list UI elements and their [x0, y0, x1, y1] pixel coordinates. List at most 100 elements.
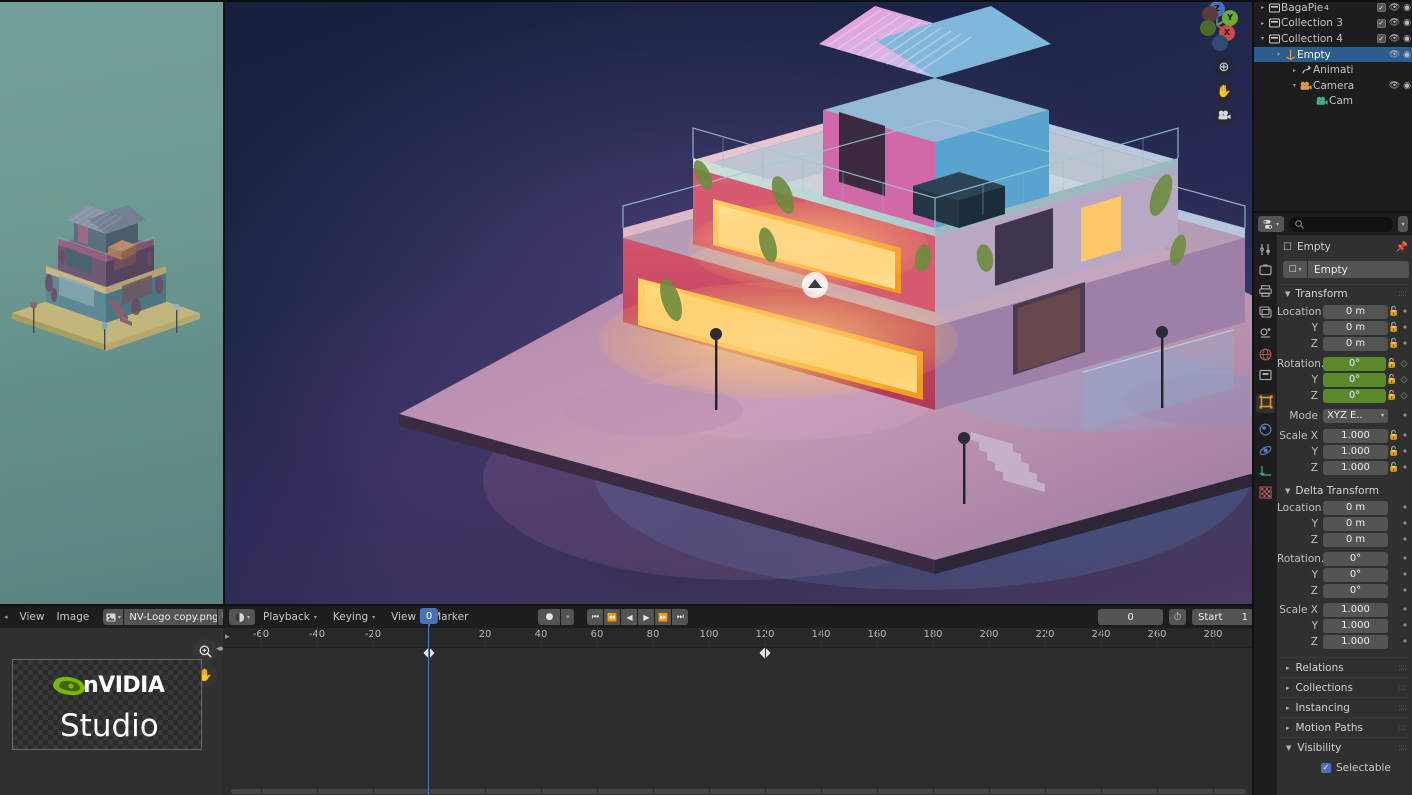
outliner-row[interactable]: ▸ Collection 3 ✓ 👁 ◉	[1254, 16, 1412, 32]
animate-dot-icon[interactable]: •	[1400, 337, 1410, 350]
menu-view[interactable]: View	[383, 611, 424, 623]
transform-scale-z[interactable]: Z 1.000 🔓 •	[1277, 460, 1412, 475]
render-camera-icon[interactable]: ◉	[1403, 50, 1411, 60]
properties-tab-render[interactable]	[1256, 262, 1275, 281]
properties-tab-scene[interactable]	[1256, 325, 1275, 344]
object-datablock-picker[interactable]: ☐ ▾	[1283, 261, 1307, 278]
expand-triangle-icon[interactable]: ▾	[1258, 35, 1267, 42]
delta-rotation-z[interactable]: Z 0° •	[1277, 583, 1412, 598]
properties-tab-view-layer[interactable]	[1256, 304, 1275, 323]
editor-divider-vertical-right[interactable]	[1252, 0, 1254, 795]
editor-divider-outliner-properties[interactable]	[1254, 211, 1412, 213]
properties-tab-output[interactable]	[1256, 283, 1275, 302]
auto-key-timer-icon[interactable]: ⏱	[1169, 609, 1186, 625]
transform-scale-y[interactable]: Y 1.000 🔓 •	[1277, 444, 1412, 459]
selectable-checkbox[interactable]: ✓	[1321, 762, 1331, 773]
panel-relations-header[interactable]: ▸ Relations::::	[1280, 657, 1409, 677]
animate-dot-icon[interactable]: •	[1400, 429, 1410, 442]
next-keyframe-button[interactable]: ⏩	[655, 609, 672, 625]
animate-dot-icon[interactable]: •	[1400, 321, 1410, 334]
panel-transform-header[interactable]: ▼ Transform ::::	[1281, 284, 1409, 303]
lock-icon[interactable]: 🔓	[1388, 463, 1400, 473]
expand-triangle-icon[interactable]: ▾	[1290, 82, 1299, 89]
image-editor-canvas[interactable]	[0, 0, 223, 606]
properties-search-input[interactable]	[1289, 216, 1393, 232]
camera-view-icon[interactable]	[1213, 104, 1235, 126]
transform-location-z[interactable]: Z 0 m 🔓 •	[1277, 336, 1412, 351]
outliner-editor[interactable]: ▸ BagaPie 4 ✓ 👁 ◉ ▸ Collection 3 ✓ 👁 ◉ ▾ Collection …	[1254, 0, 1412, 213]
animate-dot-icon[interactable]: •	[1400, 533, 1410, 546]
property-value[interactable]: XYZ E.. ▾	[1323, 408, 1388, 423]
transform-rotation-mode[interactable]: Mode XYZ E.. ▾ •	[1277, 408, 1412, 423]
property-value[interactable]: 0 m	[1323, 532, 1388, 547]
keyframe-diamond-icon[interactable]: ◇	[1398, 375, 1410, 385]
animate-dot-icon[interactable]: •	[1400, 619, 1410, 632]
editor-collapse-icon[interactable]: ◂	[4, 613, 8, 621]
editor-type-selector[interactable]: ▾	[1258, 216, 1284, 232]
delta-scale-x[interactable]: Scale X 1.000 •	[1277, 602, 1412, 617]
animate-dot-icon[interactable]: •	[1400, 461, 1410, 474]
playhead-label[interactable]: 0	[419, 608, 439, 624]
property-value[interactable]: 0 m	[1323, 320, 1388, 335]
properties-tab-column[interactable]	[1254, 235, 1277, 795]
timeline-editor[interactable]: ▾ Playback ▾ Keying ▾ View Marker ● ▾ ⏮ ⏪ …	[223, 606, 1254, 795]
transform-location-x[interactable]: Location 0 m 🔓 •	[1277, 304, 1412, 319]
delta-location-x[interactable]: Location 0 m •	[1277, 500, 1412, 515]
visibility-selectable-row[interactable]: ✓ Selectable	[1277, 760, 1412, 775]
property-value[interactable]: 1.000	[1323, 444, 1388, 459]
property-value[interactable]: 1.000	[1323, 634, 1388, 649]
jump-to-start-button[interactable]: ⏮	[587, 609, 604, 625]
outliner-checkbox[interactable]: ✓	[1376, 34, 1386, 44]
panel-instancing-header[interactable]: ▸ Instancing::::	[1280, 697, 1409, 717]
properties-tab-collection[interactable]	[1256, 367, 1275, 386]
object-name-field[interactable]: ☐ ▾ Empty	[1283, 261, 1409, 278]
gizmo-axis-neg-x[interactable]	[1212, 35, 1228, 51]
properties-tab-object[interactable]	[1256, 394, 1275, 413]
animate-dot-icon[interactable]: •	[1400, 445, 1410, 458]
expand-triangle-icon[interactable]: ▸	[1258, 4, 1267, 11]
pin-icon[interactable]: 📌	[1396, 242, 1412, 253]
delta-location-y[interactable]: Y 0 m •	[1277, 516, 1412, 531]
pan-view-icon[interactable]: ✋	[1213, 80, 1235, 102]
transform-scale-x[interactable]: Scale X 1.000 🔓 •	[1277, 428, 1412, 443]
editor-divider-vertical-left[interactable]	[223, 0, 225, 606]
properties-tab-modifiers[interactable]	[1256, 421, 1275, 440]
zoom-view-icon[interactable]: ⊕	[1213, 56, 1235, 78]
properties-tab-world[interactable]	[1256, 346, 1275, 365]
animate-dot-icon[interactable]: •	[1400, 501, 1410, 514]
properties-body[interactable]: ☐ Empty 📌 ☐ ▾ Empty ▼ Transform :::: Loca…	[1277, 235, 1412, 795]
property-value[interactable]: 0°	[1323, 388, 1386, 403]
3d-viewport[interactable]: Z Y X ⊕ ✋	[223, 0, 1254, 606]
property-value[interactable]: 0°	[1323, 372, 1386, 387]
render-camera-icon[interactable]: ◉	[1403, 3, 1411, 13]
play-reverse-button[interactable]: ◀	[621, 609, 638, 625]
transform-rotation-z[interactable]: Z 0° 🔓 ◇	[1277, 388, 1412, 403]
menu-keying[interactable]: Keying ▾	[325, 611, 383, 623]
panel-motion-paths-header[interactable]: ▸ Motion Paths::::	[1280, 717, 1409, 737]
outliner-row[interactable]: Cam	[1254, 94, 1412, 110]
property-value[interactable]: 0°	[1323, 583, 1388, 598]
transform-rotation-y[interactable]: Y 0° 🔓 ◇	[1277, 372, 1412, 387]
prev-keyframe-button[interactable]: ⏪	[604, 609, 621, 625]
menu-playback[interactable]: Playback ▾	[255, 611, 325, 623]
render-camera-icon[interactable]: ◉	[1403, 34, 1411, 44]
property-value[interactable]: 0 m	[1323, 336, 1388, 351]
panel-delta-transform-header[interactable]: ▼ Delta Transform	[1277, 482, 1412, 499]
animate-dot-icon[interactable]: •	[1400, 603, 1410, 616]
keyframe-diamond-icon[interactable]: ◇	[1398, 359, 1410, 369]
animate-dot-icon[interactable]: •	[1400, 568, 1410, 581]
viewport-navigation-gizmo[interactable]: Z Y X	[1194, 1, 1240, 51]
editor-divider-horizontal[interactable]	[0, 604, 1254, 606]
channel-expand-icon[interactable]: ▸	[225, 632, 230, 642]
property-value[interactable]: 0°	[1323, 567, 1388, 582]
property-value[interactable]: 1.000	[1323, 618, 1388, 633]
filter-dropdown[interactable]: ▾	[1398, 216, 1408, 232]
outliner-row[interactable]: ▸ Animati	[1254, 62, 1412, 78]
gizmo-axis-neg-y[interactable]	[1200, 20, 1216, 36]
timeline-ruler[interactable]: ▸ -60-40-2002040608010012014016018020022…	[223, 628, 1254, 648]
playback-controls[interactable]: ⏮ ⏪ ◀ ▶ ⏩ ⏭	[587, 609, 689, 625]
timeline-keyframe-area[interactable]	[223, 647, 1254, 795]
timeline-horizontal-scrollbar[interactable]	[231, 789, 1246, 794]
play-button[interactable]: ▶	[638, 609, 655, 625]
image-editor-panel[interactable]: ◂ View Image ▾ NV-Logo copy.png 🛡	[0, 606, 235, 795]
